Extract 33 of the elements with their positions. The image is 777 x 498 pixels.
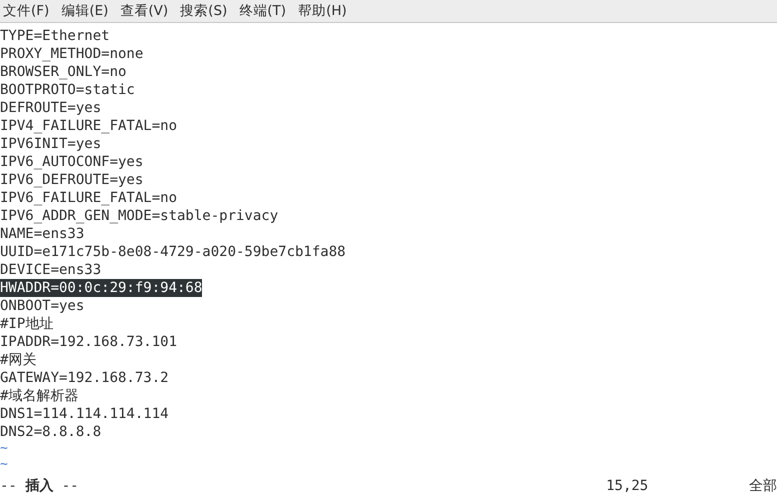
code-line: IPV6_DEFROUTE=yes xyxy=(0,171,144,189)
empty-line-marker: ~ xyxy=(0,457,8,473)
code-line: IPV4_FAILURE_FATAL=no xyxy=(0,117,178,135)
code-line: DNS1=114.114.114.114 xyxy=(0,405,169,423)
code-line: TYPE=Ethernet xyxy=(0,27,110,45)
code-line: #IP地址 xyxy=(0,315,54,333)
code-line: BROWSER_ONLY=no xyxy=(0,63,126,81)
code-line: IPV6_FAILURE_FATAL=no xyxy=(0,189,178,207)
code-line: DEVICE=ens33 xyxy=(0,261,102,279)
code-line: IPV6INIT=yes xyxy=(0,135,102,153)
empty-line-marker: ~ xyxy=(0,441,8,457)
menu-item[interactable]: 文件(F) xyxy=(0,0,56,22)
code-line: DEFROUTE=yes xyxy=(0,99,102,117)
code-line: #域名解析器 xyxy=(0,387,78,405)
code-line: IPADDR=192.168.73.101 xyxy=(0,333,178,351)
code-line: IPV6_ADDR_GEN_MODE=stable-privacy xyxy=(0,207,278,225)
menu-item[interactable]: 终端(T) xyxy=(236,0,294,22)
code-line: GATEWAY=192.168.73.2 xyxy=(0,369,169,387)
code-line: ONBOOT=yes xyxy=(0,297,84,315)
menu-item[interactable]: 搜索(S) xyxy=(177,0,234,22)
code-line: IPV6_AUTOCONF=yes xyxy=(0,153,144,171)
scroll-position: 全部 xyxy=(749,476,777,494)
code-line: #网关 xyxy=(0,351,36,369)
code-line: BOOTPROTO=static xyxy=(0,81,135,99)
menu-item[interactable]: 编辑(E) xyxy=(58,0,116,22)
menu-item[interactable]: 查看(V) xyxy=(117,0,176,22)
mode-indicator: -- 插入 -- xyxy=(0,476,80,494)
code-line: DNS2=8.8.8.8 xyxy=(0,423,102,441)
menu-item[interactable]: 帮助(H) xyxy=(295,0,354,22)
code-line: NAME=ens33 xyxy=(0,225,84,243)
cursor-position: 15,25 xyxy=(606,478,650,494)
code-line: PROXY_METHOD=none xyxy=(0,45,144,63)
code-line: UUID=e171c75b-8e08-4729-a020-59be7cb1fa88 xyxy=(0,243,346,261)
